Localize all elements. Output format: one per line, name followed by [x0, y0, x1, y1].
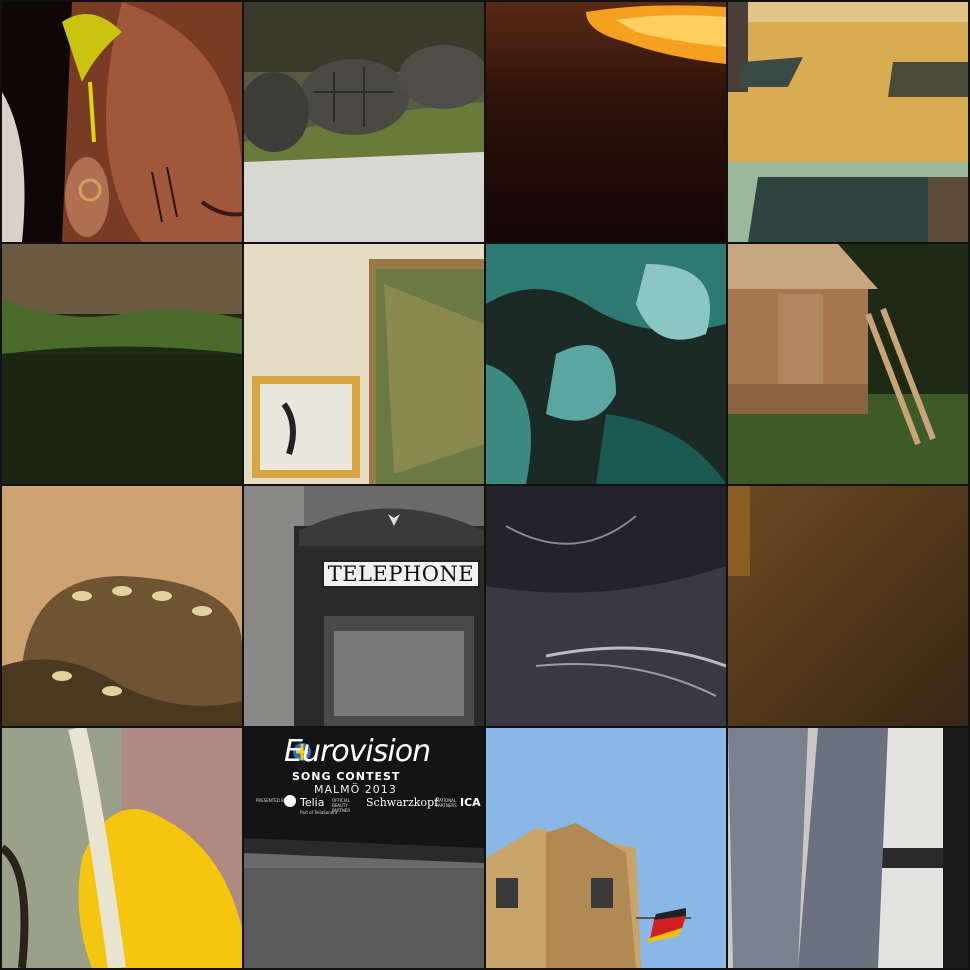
yellow-building-image: [728, 2, 968, 242]
tile-wooden-shed: [728, 244, 968, 484]
building-flag-image: [486, 728, 726, 968]
tile-snake: [2, 486, 242, 726]
yellow-flower-image: [2, 728, 242, 968]
tile-yellow-building: [728, 2, 968, 242]
presented-by-text: PRESENTED BY: [256, 798, 287, 803]
field-image: [2, 244, 242, 484]
shed-image: [728, 244, 968, 484]
tile-framed-paintings: [244, 244, 484, 484]
tile-painted-face: [2, 2, 242, 242]
telephone-booth-image: [244, 486, 484, 726]
eurovision-logo-text: Eurovision: [284, 734, 431, 769]
photo-grid: TELEPHONE Eurovision SONG CONTEST MALMÖ …: [0, 0, 970, 970]
brown-interior-image: [728, 486, 968, 726]
tile-orange-glow: [486, 2, 726, 242]
orange-glow-image: [486, 2, 726, 242]
painted-face-image: [2, 2, 242, 242]
tile-telephone-booth: TELEPHONE: [244, 486, 484, 726]
tile-brown-interior: [728, 486, 968, 726]
feathers-image: [486, 486, 726, 726]
song-contest-text: SONG CONTEST: [292, 770, 401, 783]
ica-text: ICA: [460, 796, 481, 809]
turtles-image: [244, 2, 484, 242]
coral-image: [486, 244, 726, 484]
schwarzkopf-text: Schwarzkopf: [366, 796, 439, 809]
tile-turtles: [244, 2, 484, 242]
beauty-partner-text: OFFICIAL BEAUTY PARTNER: [332, 798, 351, 813]
snake-image: [2, 486, 242, 726]
malmo-text: MALMÖ 2013: [314, 783, 397, 796]
paintings-image: [244, 244, 484, 484]
telia-text: Telia: [300, 796, 325, 809]
tile-feathers: [486, 486, 726, 726]
tile-upside-down-field: [2, 244, 242, 484]
tile-eurovision-car: Eurovision SONG CONTEST MALMÖ 2013 PRESE…: [244, 728, 484, 968]
tile-yellow-flower: [2, 728, 242, 968]
telephone-sign: TELEPHONE: [322, 560, 480, 588]
legs-image: [728, 728, 968, 968]
tile-legs: [728, 728, 968, 968]
tile-coral: [486, 244, 726, 484]
national-partners-text: NATIONAL PARTNERS: [436, 798, 457, 808]
tile-building-flag: [486, 728, 726, 968]
